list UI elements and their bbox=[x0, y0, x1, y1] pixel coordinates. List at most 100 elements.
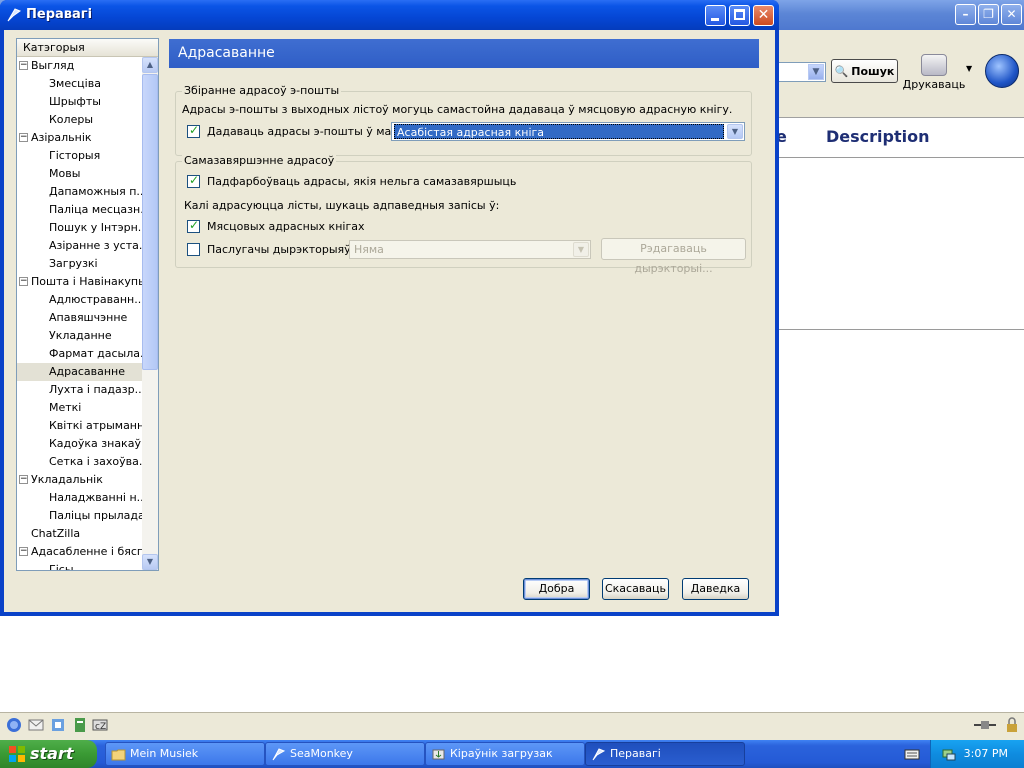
chevron-down-icon[interactable]: ▼ bbox=[573, 242, 589, 257]
directory-server-label[interactable]: Паслугачы дырэкторыяў: bbox=[207, 243, 354, 256]
task-download-manager[interactable]: Кіраўнік загрузак bbox=[425, 742, 585, 766]
tree-item[interactable]: Адлюстраванн... bbox=[17, 291, 142, 309]
maximize-button[interactable] bbox=[729, 5, 750, 26]
tree-item[interactable]: Апавяшчэнне bbox=[17, 309, 142, 327]
help-button[interactable]: Даведка bbox=[682, 578, 749, 600]
column-header-description[interactable]: Description bbox=[826, 127, 929, 146]
highlight-label[interactable]: Падфарбоўваць адрасы, якія нельга самаза… bbox=[207, 175, 516, 188]
tree-category[interactable]: −Адасабленне і бяспе... bbox=[17, 543, 142, 561]
tree-category[interactable]: − Азіральнік bbox=[17, 129, 142, 147]
local-addressbooks-label[interactable]: Мясцовых адрасных кнігах bbox=[207, 220, 364, 233]
scroll-thumb[interactable] bbox=[142, 74, 158, 370]
search-button[interactable]: 🔍 Пошук bbox=[831, 59, 898, 83]
tree-item[interactable]: Пошук у Інтэрн... bbox=[17, 219, 142, 237]
folder-icon bbox=[111, 749, 126, 761]
collapse-icon[interactable]: − bbox=[19, 133, 28, 142]
directory-server-checkbox[interactable] bbox=[187, 243, 200, 256]
tree-item[interactable]: Укладанне bbox=[17, 327, 142, 345]
tree-item[interactable]: Шрыфты bbox=[17, 93, 142, 111]
connection-status-icon[interactable] bbox=[972, 717, 998, 733]
globe-status-icon[interactable] bbox=[6, 717, 22, 733]
task-seamonkey[interactable]: SeaMonkey bbox=[265, 742, 425, 766]
tree-item-label: Выгляд bbox=[31, 59, 75, 72]
chevron-down-icon[interactable]: ▼ bbox=[727, 124, 743, 139]
category-column-header[interactable]: Катэгорыя bbox=[17, 39, 158, 57]
collapse-icon[interactable]: − bbox=[19, 475, 28, 484]
panel-title: Адрасаванне bbox=[169, 39, 759, 68]
tree-item[interactable]: Мовы bbox=[17, 165, 142, 183]
directory-server-select[interactable]: Няма ▼ bbox=[349, 240, 591, 259]
tree-item[interactable]: Фармат дасыла... bbox=[17, 345, 142, 363]
tree-category[interactable]: − Пошта і Навінакупы bbox=[17, 273, 142, 291]
tree-item[interactable]: Паліцы прыладаў bbox=[17, 507, 142, 525]
tree-item[interactable]: Загрузкі bbox=[17, 255, 142, 273]
collapse-icon[interactable]: − bbox=[19, 61, 28, 70]
collapse-icon[interactable]: − bbox=[19, 547, 28, 556]
cancel-button[interactable]: Скасаваць bbox=[602, 578, 669, 600]
mail-status-icon[interactable] bbox=[28, 717, 44, 733]
task-label: Перавагі bbox=[610, 747, 661, 760]
tree-item-label: Наладжванні н... bbox=[49, 491, 142, 504]
tree-item[interactable]: Гісторыя bbox=[17, 147, 142, 165]
category-list[interactable]: − Выгляд Змесціва Шрыфты Колеры − Азіральнік Гі… bbox=[17, 57, 142, 570]
category-scrollbar[interactable]: ▲ ▼ bbox=[142, 57, 158, 570]
tree-item[interactable]: Квіткі атрымання bbox=[17, 417, 142, 435]
network-tray-icon[interactable] bbox=[941, 746, 957, 762]
tree-item[interactable]: Адрасаванне bbox=[17, 363, 142, 381]
tree-item-label: Фармат дасыла... bbox=[49, 347, 142, 360]
edit-directories-button[interactable]: Рэдагаваць дырэкторыі... bbox=[601, 238, 746, 275]
tree-category[interactable]: − Укладальнік bbox=[17, 471, 142, 489]
addressbook-select[interactable]: Асабістая адрасная кніга ▼ bbox=[391, 122, 745, 141]
tree-item[interactable]: Меткі bbox=[17, 399, 142, 417]
add-addresses-label[interactable]: Дадаваць адрасы э-пошты ў маю: bbox=[207, 125, 404, 138]
minimize-icon[interactable]: – bbox=[955, 4, 976, 25]
addressbook-status-icon[interactable] bbox=[72, 717, 88, 733]
tree-item-label: Гісторыя bbox=[49, 149, 101, 162]
tree-category[interactable]: − Выгляд bbox=[17, 57, 142, 75]
restore-icon[interactable]: ❐ bbox=[978, 4, 999, 25]
tree-item[interactable]: Лухта і падазр... bbox=[17, 381, 142, 399]
dialog-titlebar[interactable]: Перавагі ✕ bbox=[0, 0, 779, 30]
tree-item-label: Паліцы прыладаў bbox=[49, 509, 142, 522]
close-button[interactable]: ✕ bbox=[753, 5, 774, 26]
composer-status-icon[interactable] bbox=[50, 717, 66, 733]
seamonkey-logo-icon[interactable] bbox=[985, 54, 1019, 88]
tree-item[interactable]: Сетка і захоўва... bbox=[17, 453, 142, 471]
tree-item-label: Укладанне bbox=[49, 329, 112, 342]
group-legend: Самазавяршэнне адрасоў bbox=[182, 154, 337, 167]
task-preferences[interactable]: Перавагі bbox=[585, 742, 745, 766]
highlight-checkbox[interactable] bbox=[187, 173, 200, 188]
chevron-down-icon[interactable]: ▼ bbox=[808, 64, 824, 80]
ok-button[interactable]: Добра bbox=[523, 578, 590, 600]
tree-item-label: Шрыфты bbox=[49, 95, 101, 108]
close-icon[interactable]: ✕ bbox=[1001, 4, 1022, 25]
tree-item-label: Квіткі атрымання bbox=[49, 419, 142, 432]
tree-item[interactable]: Азіранне з уста... bbox=[17, 237, 142, 255]
print-dropdown-icon[interactable]: ▼ bbox=[966, 64, 972, 73]
tree-item[interactable]: Дапаможныя п... bbox=[17, 183, 142, 201]
tree-item-label: Колеры bbox=[49, 113, 94, 126]
tree-item[interactable]: Наладжванні н... bbox=[17, 489, 142, 507]
tree-item-label: Лухта і падазр... bbox=[49, 383, 142, 396]
start-button[interactable]: start bbox=[0, 740, 97, 768]
task-mein-musiek[interactable]: Mein Musiek bbox=[105, 742, 265, 766]
clock[interactable]: 3:07 PM bbox=[964, 740, 1008, 767]
scroll-down-icon[interactable]: ▼ bbox=[142, 554, 158, 570]
tree-item[interactable]: Змесціва bbox=[17, 75, 142, 93]
tree-item[interactable]: Колеры bbox=[17, 111, 142, 129]
chat-status-icon[interactable]: cZ bbox=[92, 717, 108, 733]
category-tree[interactable]: Катэгорыя − Выгляд Змесціва Шрыфты Колеры − Аз… bbox=[16, 38, 159, 571]
tree-item[interactable]: Паліца месцазн... bbox=[17, 201, 142, 219]
preferences-dialog: Перавагі ✕ Катэгорыя − Выгляд Змесціва Шрыф… bbox=[0, 0, 779, 616]
printer-icon bbox=[921, 54, 947, 76]
print-button[interactable]: Друкаваць bbox=[902, 52, 966, 94]
tree-item[interactable]: Кадоўка знакаў bbox=[17, 435, 142, 453]
local-addressbooks-checkbox[interactable] bbox=[187, 218, 200, 233]
scroll-up-icon[interactable]: ▲ bbox=[142, 57, 158, 73]
add-addresses-checkbox[interactable] bbox=[187, 123, 200, 138]
keyboard-icon[interactable] bbox=[904, 747, 920, 761]
collapse-icon[interactable]: − bbox=[19, 277, 28, 286]
tree-item[interactable]: Гісы bbox=[17, 561, 142, 570]
tree-category[interactable]: ChatZilla bbox=[17, 525, 142, 543]
minimize-button[interactable] bbox=[705, 5, 726, 26]
